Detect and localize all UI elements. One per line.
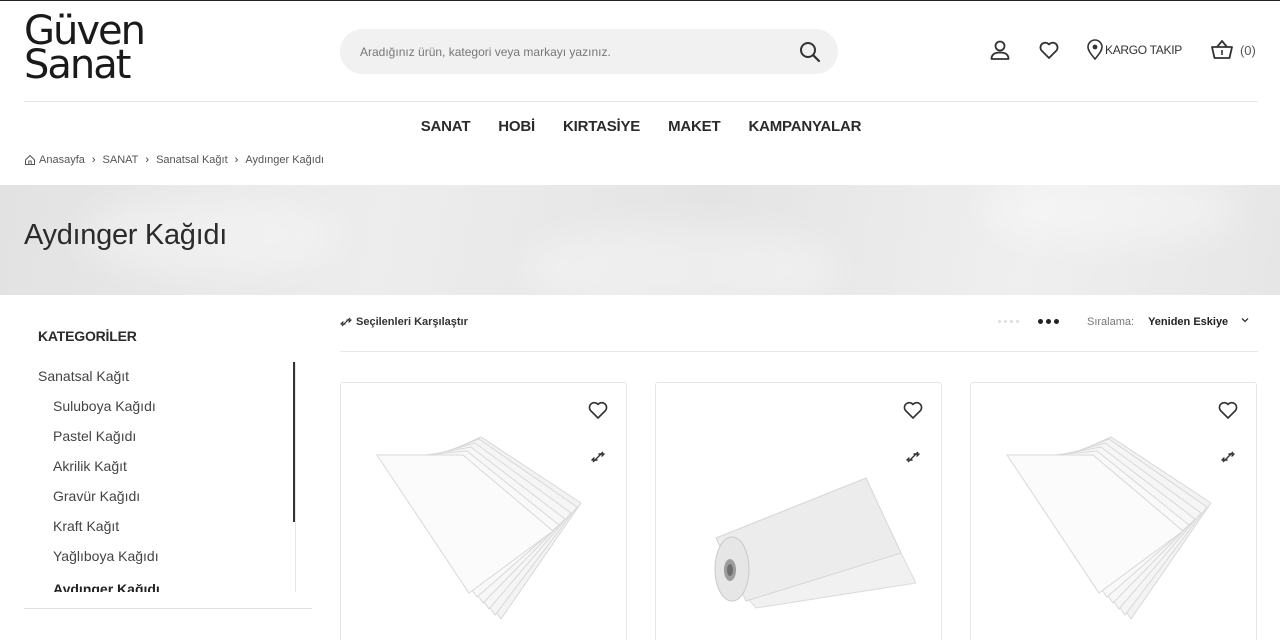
chevron-right-icon: › xyxy=(91,154,96,166)
category-item[interactable]: Gravür Kağıdı xyxy=(53,488,140,504)
basket-icon xyxy=(1208,36,1236,64)
breadcrumb-home[interactable]: Anasayfa xyxy=(39,154,85,166)
grid-view-3-icon[interactable] xyxy=(1038,319,1059,324)
search-input[interactable] xyxy=(360,44,798,59)
category-item[interactable]: Pastel Kağıdı xyxy=(53,428,136,444)
category-parent[interactable]: Sanatsal Kağıt xyxy=(38,368,129,384)
category-list: Sanatsal Kağıt Suluboya Kağıdı Pastel Ka… xyxy=(24,362,296,592)
heart-icon[interactable] xyxy=(586,398,610,422)
search-icon[interactable] xyxy=(798,40,822,64)
nav-item-sanat[interactable]: SANAT xyxy=(421,118,471,135)
home-icon xyxy=(24,154,36,166)
product-card[interactable] xyxy=(340,382,627,640)
chevron-right-icon: › xyxy=(145,154,150,166)
product-image-tracing-sheets[interactable] xyxy=(371,433,601,623)
toolbar-divider xyxy=(340,351,1258,352)
location-pin-icon xyxy=(1085,36,1105,64)
cart-button[interactable]: (0) xyxy=(1208,36,1256,64)
heart-icon[interactable] xyxy=(1216,398,1240,422)
sort-value: Yeniden Eskiye xyxy=(1148,315,1229,328)
user-icon[interactable] xyxy=(986,36,1014,64)
compare-label: Seçilenleri Karşılaştır xyxy=(356,316,468,328)
chevron-down-icon xyxy=(1240,315,1250,328)
top-border xyxy=(0,0,1280,1)
category-item[interactable]: Yağlıboya Kağıdı xyxy=(53,548,159,564)
product-image-tracing-roll[interactable] xyxy=(686,433,917,623)
search-bar xyxy=(340,29,838,74)
category-item[interactable]: Akrilik Kağıt xyxy=(53,458,127,474)
category-scrollbar[interactable] xyxy=(293,362,295,522)
sidebar-divider xyxy=(24,608,312,609)
main-nav: SANAT HOBİ KIRTASİYE MAKET KAMPANYALAR xyxy=(0,118,1280,135)
breadcrumb: Anasayfa › SANAT › Sanatsal Kağıt › Aydı… xyxy=(24,154,324,166)
header-actions: KARGO TAKIP (0) xyxy=(986,36,1256,64)
sort-select[interactable]: Sıralama: Yeniden Eskiye xyxy=(1087,315,1250,328)
product-card[interactable] xyxy=(970,382,1257,640)
cargo-tracking-label: KARGO TAKIP xyxy=(1105,43,1182,57)
breadcrumb-current: Aydınger Kağıdı xyxy=(245,154,324,166)
cargo-tracking-link[interactable]: KARGO TAKIP xyxy=(1085,36,1182,64)
nav-item-hobi[interactable]: HOBİ xyxy=(498,118,535,135)
header-divider xyxy=(24,101,1258,102)
wishlist-icon[interactable] xyxy=(1035,36,1063,64)
grid-view-4-icon[interactable] xyxy=(998,320,1019,323)
category-item-active[interactable]: Aydınger Kağıdı xyxy=(53,581,160,592)
compare-selected-button[interactable]: Seçilenleri Karşılaştır xyxy=(340,316,468,328)
brand-logo[interactable]: Güven Sanat xyxy=(24,11,159,85)
product-card[interactable] xyxy=(655,382,942,640)
heart-icon[interactable] xyxy=(901,398,925,422)
category-hero: Aydınger Kağıdı xyxy=(0,185,1280,295)
compare-icon xyxy=(340,316,352,328)
category-item[interactable]: Kraft Kağıt xyxy=(53,518,119,534)
product-image-tracing-sheets[interactable] xyxy=(1001,433,1231,623)
chevron-right-icon: › xyxy=(234,154,239,166)
nav-item-kirtasiye[interactable]: KIRTASİYE xyxy=(563,118,640,135)
breadcrumb-sanatsal-kagit[interactable]: Sanatsal Kağıt xyxy=(156,154,228,166)
page-title: Aydınger Kağıdı xyxy=(24,219,227,251)
sidebar-title: KATEGORİLER xyxy=(38,328,137,344)
breadcrumb-sanat[interactable]: SANAT xyxy=(103,154,139,166)
sort-label: Sıralama: xyxy=(1087,315,1135,328)
cart-count: (0) xyxy=(1239,42,1256,58)
category-item[interactable]: Suluboya Kağıdı xyxy=(53,398,156,414)
nav-item-kampanyalar[interactable]: KAMPANYALAR xyxy=(748,118,861,135)
nav-item-maket[interactable]: MAKET xyxy=(668,118,721,135)
